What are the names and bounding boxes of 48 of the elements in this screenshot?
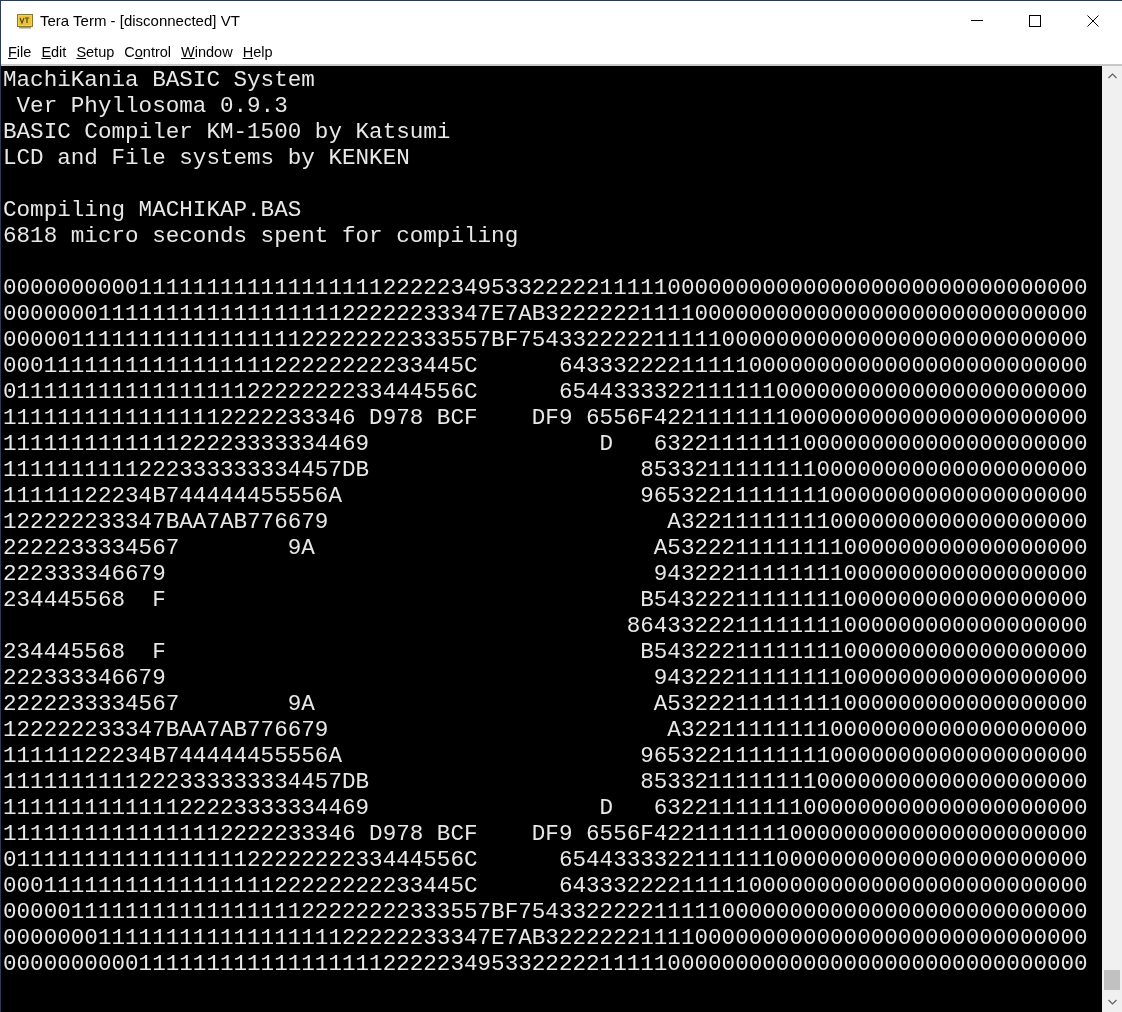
terminal-line: LCD and File systems by KENKEN	[3, 145, 411, 171]
terminal-line: 000001111111111111111122222222333557BF754332222211111000000000000000000000000000	[3, 899, 1089, 925]
terminal-line: 1111111111222333333334457DB 853321111111100000000000000000000	[3, 457, 1089, 483]
terminal-line: 8643322211111111000000000000000000	[625, 613, 1089, 639]
terminal-line: 0001111111111111111122222222233445C 643332222111110000000000000000000000000	[3, 353, 1089, 379]
scroll-down-icon[interactable]	[1107, 999, 1117, 1005]
scrollbar[interactable]	[1102, 66, 1122, 1012]
terminal-line: Compiling MACHIKAP.BAS	[3, 197, 303, 223]
window-title: Tera Term - [disconnected] VT	[40, 12, 240, 29]
terminal-line: 11111122234B744444455556A 965322111111110000000000000000000	[3, 743, 1089, 769]
terminal-line: 00000000001111111111111111112222234953322222111110000000000000000000000000000000	[3, 951, 1089, 977]
terminal-line: 1111111111222333333334457DB 853321111111100000000000000000000	[3, 769, 1089, 795]
maximize-icon	[1029, 14, 1041, 27]
menu-item[interactable]: Window	[180, 44, 240, 60]
terminal-line: 000000011111111111111111122222233347E7AB3222222111100000000000000000000000000000	[3, 925, 1089, 951]
terminal-line: 6818 micro seconds spent for compiling	[3, 223, 520, 249]
terminal-line: 2222233334567 9A A5322211111111000000000000000000	[3, 691, 1089, 717]
terminal-line: Ver Phyllosoma 0.9.3	[15, 93, 289, 119]
scroll-up-icon[interactable]	[1107, 73, 1117, 79]
menu-item[interactable]: Edit	[40, 44, 74, 60]
menu-item[interactable]: Help	[241, 44, 280, 60]
terminal-line: 111111111111122223333334469 D 63221111111000000000000000000000	[3, 431, 1089, 457]
terminal-line: 2222233334567 9A A5322211111111000000000000000000	[3, 535, 1089, 561]
terminal-line: 0111111111111111112222222233444556C 654433332211111100000000000000000000000	[3, 379, 1089, 405]
terminal-line: BASIC Compiler KM-1500 by Katsumi	[3, 119, 452, 145]
menu-item[interactable]: Setup	[75, 44, 122, 60]
terminal-line: 111111111111122223333334469 D 63221111111000000000000000000000	[3, 795, 1089, 821]
scroll-thumb[interactable]	[1104, 970, 1120, 990]
terminal-line: 0111111111111111112222222233444556C 654433332211111100000000000000000000000	[3, 847, 1089, 873]
terminal-line: 234445568 F B54322211111111000000000000000000	[3, 639, 1089, 665]
close-icon	[1087, 14, 1099, 27]
terminal-line: 000000011111111111111111122222233347E7AB3222222111100000000000000000000000000000	[3, 301, 1089, 327]
terminal-line: 11111111111111112222233346 D978 BCF DF9 6556F42211111110000000000000000000000	[3, 821, 1089, 847]
terminal-line: 122222233347BAA7AB776679 A322111111110000000000000000000	[3, 509, 1089, 535]
menu-item[interactable]: Control	[123, 44, 179, 60]
terminal-line: 122222233347BAA7AB776679 A322111111110000000000000000000	[3, 717, 1089, 743]
terminal-line: MachiKania BASIC System	[3, 67, 316, 93]
terminal-line: 222333346679 94322211111111000000000000000000	[3, 561, 1089, 587]
terminal-line: 11111122234B744444455556A 965322111111110000000000000000000	[3, 483, 1089, 509]
terminal-line: 11111111111111112222233346 D978 BCF DF9 6556F42211111110000000000000000000000	[3, 405, 1089, 431]
terminal-line: 000001111111111111111122222222333557BF754332222211111000000000000000000000000000	[3, 327, 1089, 353]
minimize-icon	[971, 20, 983, 21]
terminal-line: 234445568 F B54322211111111000000000000000000	[3, 587, 1089, 613]
terminal-line: 00000000001111111111111111112222234953322222111110000000000000000000000000000000	[3, 275, 1089, 301]
terminal-app-icon	[17, 12, 33, 29]
menu-item[interactable]: File	[7, 44, 39, 60]
terminal-line: 0001111111111111111122222222233445C 643332222111110000000000000000000000000	[3, 873, 1089, 899]
terminal-line: 222333346679 94322211111111000000000000000000	[3, 665, 1089, 691]
